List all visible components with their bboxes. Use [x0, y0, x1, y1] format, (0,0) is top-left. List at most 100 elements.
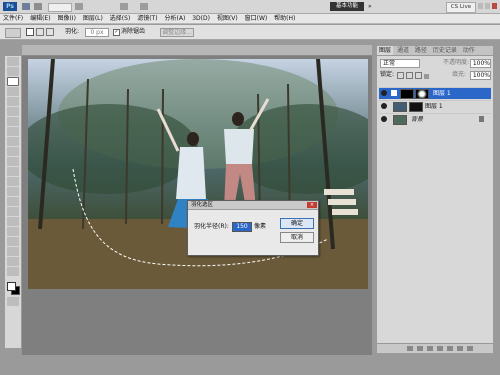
- pen-tool-icon[interactable]: [7, 197, 19, 206]
- lock-image-icon[interactable]: [405, 72, 413, 79]
- title-bar: Ps 基本功能 » CS Live: [0, 0, 500, 14]
- 3d-orbit-tool-icon[interactable]: [7, 247, 19, 256]
- photoshop-logo: Ps: [3, 2, 17, 11]
- path-selection-tool-icon[interactable]: [7, 217, 19, 226]
- layer-style-icon[interactable]: [417, 346, 423, 351]
- zoom-tool-icon[interactable]: [7, 267, 19, 276]
- workspace-switcher[interactable]: 基本功能: [330, 2, 364, 11]
- arrange-documents-icon[interactable]: [120, 3, 128, 10]
- menu-select[interactable]: 选择(S): [110, 14, 131, 24]
- type-tool-icon[interactable]: [7, 207, 19, 216]
- menu-edit[interactable]: 编辑(E): [30, 14, 50, 24]
- tab-history[interactable]: 历史记录: [431, 46, 459, 55]
- layers-panel: 图层 通道 路径 历史记录 动作 正常 不透明度: 100% 锁定: 填充: 1…: [376, 45, 494, 354]
- brush-tool-icon[interactable]: [7, 127, 19, 136]
- quick-mask-icon[interactable]: [7, 297, 19, 306]
- minimize-icon[interactable]: [478, 3, 483, 9]
- maximize-icon[interactable]: [484, 3, 490, 9]
- lock-position-icon[interactable]: [414, 72, 422, 79]
- screen-mode-icon[interactable]: [140, 3, 148, 10]
- crop-tool-icon[interactable]: [7, 97, 19, 106]
- tab-actions[interactable]: 动作: [461, 46, 477, 55]
- lock-transparent-icon[interactable]: [397, 72, 404, 79]
- layer-name: 图层 1: [425, 103, 443, 110]
- lasso-tool-icon[interactable]: [7, 77, 19, 86]
- blend-mode-select[interactable]: 正常: [380, 59, 420, 68]
- layer-row[interactable]: 图层 1: [379, 100, 491, 112]
- foreground-color-swatch[interactable]: [7, 282, 16, 291]
- menu-3d[interactable]: 3D(D): [192, 14, 210, 24]
- lock-all-icon[interactable]: [423, 74, 429, 79]
- menu-layer[interactable]: 图层(L): [83, 14, 103, 24]
- blur-tool-icon[interactable]: [7, 177, 19, 186]
- delete-layer-icon[interactable]: [467, 346, 473, 351]
- close-window-icon[interactable]: [491, 3, 497, 9]
- 3d-rotate-tool-icon[interactable]: [7, 237, 19, 246]
- clone-stamp-tool-icon[interactable]: [7, 137, 19, 146]
- layer-row[interactable]: 图层 1: [379, 87, 491, 99]
- dialog-close-icon[interactable]: ×: [307, 202, 317, 208]
- menu-help[interactable]: 帮助(H): [274, 14, 295, 24]
- eraser-tool-icon[interactable]: [7, 157, 19, 166]
- new-selection-icon[interactable]: [26, 28, 34, 36]
- unit-label: 像素: [254, 223, 267, 230]
- subtract-selection-icon[interactable]: [45, 28, 54, 36]
- gradient-tool-icon[interactable]: [7, 167, 19, 176]
- hand-tool-icon[interactable]: [7, 257, 19, 266]
- window-controls[interactable]: [478, 3, 498, 10]
- refine-edge-button[interactable]: 调整边缘...: [160, 28, 194, 37]
- lasso-tool-preset-icon[interactable]: [5, 28, 21, 38]
- menu-file[interactable]: 文件(F): [3, 14, 23, 24]
- dodge-tool-icon[interactable]: [7, 187, 19, 196]
- shape-tool-icon[interactable]: [7, 227, 19, 236]
- workspace-arrow-icon[interactable]: »: [368, 4, 372, 10]
- adjustment-layer-icon[interactable]: [437, 346, 443, 351]
- opacity-input[interactable]: 100%: [470, 59, 491, 68]
- add-selection-icon[interactable]: [35, 28, 44, 36]
- bridge-icon[interactable]: [22, 3, 30, 10]
- healing-brush-tool-icon[interactable]: [7, 117, 19, 126]
- menu-image[interactable]: 图像(I): [57, 14, 75, 24]
- lock-icons[interactable]: [397, 72, 437, 79]
- dialog-title: 羽化选区: [188, 201, 318, 210]
- layer-thumbnail: [400, 89, 414, 99]
- history-brush-tool-icon[interactable]: [7, 147, 19, 156]
- marquee-tool-icon[interactable]: [7, 67, 19, 76]
- feather-input[interactable]: 0 px: [85, 28, 109, 37]
- new-group-icon[interactable]: [447, 346, 453, 351]
- layer-mask-thumbnail: [415, 89, 429, 99]
- menu-view[interactable]: 视图(V): [217, 14, 238, 24]
- lock-icon: [479, 116, 484, 122]
- eyedropper-tool-icon[interactable]: [7, 107, 19, 116]
- opacity-label: 不透明度:: [443, 59, 470, 66]
- link-layers-icon[interactable]: [407, 346, 413, 351]
- tab-layers[interactable]: 图层: [377, 46, 394, 55]
- layers-panel-footer: [377, 343, 493, 353]
- color-swatches[interactable]: [5, 280, 21, 296]
- cancel-button[interactable]: 取消: [280, 232, 314, 243]
- menu-window[interactable]: 窗口(W): [245, 14, 268, 24]
- cslive-button[interactable]: CS Live: [446, 2, 476, 13]
- menu-filter[interactable]: 滤镜(T): [137, 14, 157, 24]
- menu-analysis[interactable]: 分析(A): [165, 14, 186, 24]
- feather-radius-input[interactable]: 150: [232, 222, 252, 232]
- layer-row[interactable]: 背景: [379, 113, 491, 125]
- feather-radius-label: 羽化半径(R):: [194, 223, 229, 230]
- visibility-eye-icon[interactable]: [381, 90, 387, 96]
- zoom-level-dropdown[interactable]: [48, 3, 72, 12]
- tab-channels[interactable]: 通道: [395, 46, 411, 55]
- hand-tool-icon[interactable]: [75, 3, 83, 10]
- move-tool-icon[interactable]: [7, 57, 19, 66]
- ok-button[interactable]: 确定: [280, 218, 314, 229]
- visibility-eye-icon[interactable]: [381, 103, 387, 109]
- tab-paths[interactable]: 路径: [413, 46, 429, 55]
- new-layer-icon[interactable]: [457, 346, 463, 351]
- antialias-checkbox[interactable]: ✓: [113, 29, 120, 36]
- minibridge-icon[interactable]: [34, 3, 42, 10]
- fill-input[interactable]: 100%: [470, 71, 491, 80]
- selection-mode-icons[interactable]: [26, 28, 58, 36]
- visibility-eye-icon[interactable]: [381, 116, 387, 122]
- quick-selection-tool-icon[interactable]: [7, 87, 19, 96]
- add-mask-icon[interactable]: [427, 346, 433, 351]
- lock-label: 锁定:: [380, 71, 395, 78]
